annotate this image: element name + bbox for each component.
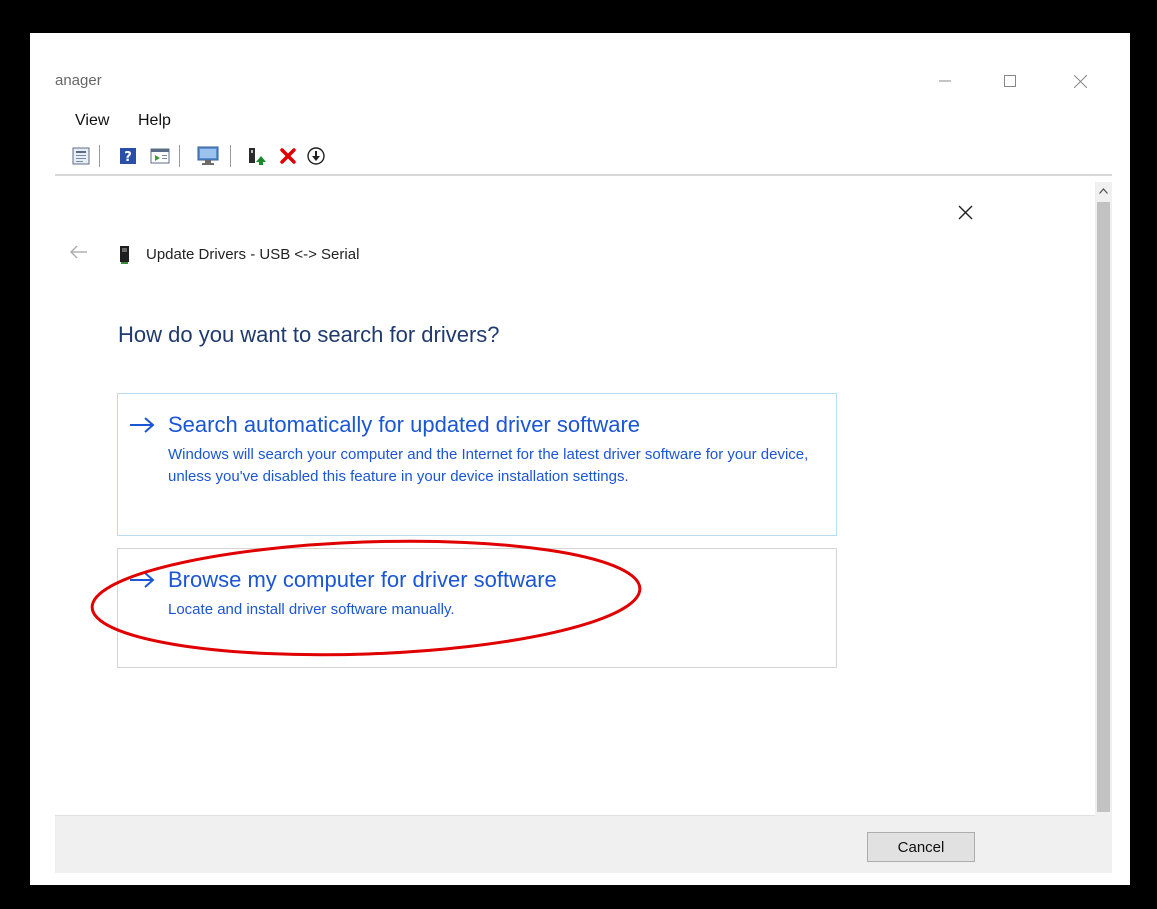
minimize-icon (939, 80, 951, 82)
view-button[interactable] (149, 145, 171, 167)
option-description: Windows will search your computer and th… (168, 446, 809, 485)
window-title: anager (55, 72, 102, 89)
vertical-scrollbar[interactable] (1095, 182, 1112, 873)
uninstall-button[interactable] (277, 145, 299, 167)
properties-button[interactable] (70, 145, 92, 167)
page-heading: How do you want to search for drivers? (118, 322, 500, 347)
minimize-button[interactable] (915, 58, 975, 104)
maximize-button[interactable] (980, 58, 1040, 104)
title-bar: anager (55, 58, 1112, 104)
usb-device-icon (120, 246, 129, 264)
scan-hardware-button[interactable] (197, 145, 219, 167)
chevron-up-icon (1099, 188, 1108, 194)
update-driver-icon (249, 148, 266, 165)
toolbar: ? (55, 140, 1112, 176)
help-button[interactable]: ? (117, 145, 139, 167)
dialog-footer: Cancel (55, 815, 1095, 873)
maximize-icon (1004, 75, 1016, 87)
dialog-close-button[interactable] (953, 200, 977, 224)
scroll-up-button[interactable] (1095, 182, 1112, 200)
svg-text:?: ? (124, 150, 132, 165)
menu-help[interactable]: Help (138, 112, 171, 130)
back-arrow-icon (70, 245, 87, 259)
scroll-thumb[interactable] (1097, 202, 1110, 812)
uninstall-icon (280, 148, 296, 164)
option-description: Locate and install driver software manua… (168, 601, 455, 618)
search-automatically-option[interactable]: Search automatically for updated driver … (117, 393, 837, 536)
right-arrow-icon (130, 417, 155, 433)
update-drivers-dialog: Update Drivers - USB <-> Serial How do y… (55, 182, 1095, 873)
option-title: Browse my computer for driver software (168, 567, 557, 592)
window-close-button[interactable] (1050, 58, 1110, 104)
right-arrow-icon (130, 572, 155, 588)
view-icon (150, 148, 170, 164)
toolbar-separator (230, 145, 231, 167)
download-icon (307, 147, 325, 165)
cancel-button[interactable]: Cancel (867, 832, 975, 862)
toolbar-separator (179, 145, 180, 167)
update-driver-button[interactable] (245, 145, 267, 167)
menu-view[interactable]: View (75, 112, 109, 130)
properties-icon (72, 147, 90, 165)
browse-computer-option[interactable]: Browse my computer for driver software L… (117, 548, 837, 668)
dialog-title: Update Drivers - USB <-> Serial (146, 246, 360, 263)
close-icon (958, 205, 972, 219)
option-title: Search automatically for updated driver … (168, 412, 641, 437)
device-manager-window: anager View Help ? Update Drivers - USB … (55, 58, 1112, 873)
help-icon: ? (120, 148, 136, 165)
back-button[interactable] (69, 245, 89, 259)
toolbar-separator (99, 145, 100, 167)
download-button[interactable] (305, 145, 327, 167)
close-icon (1073, 74, 1087, 88)
scan-hardware-icon (197, 146, 219, 165)
